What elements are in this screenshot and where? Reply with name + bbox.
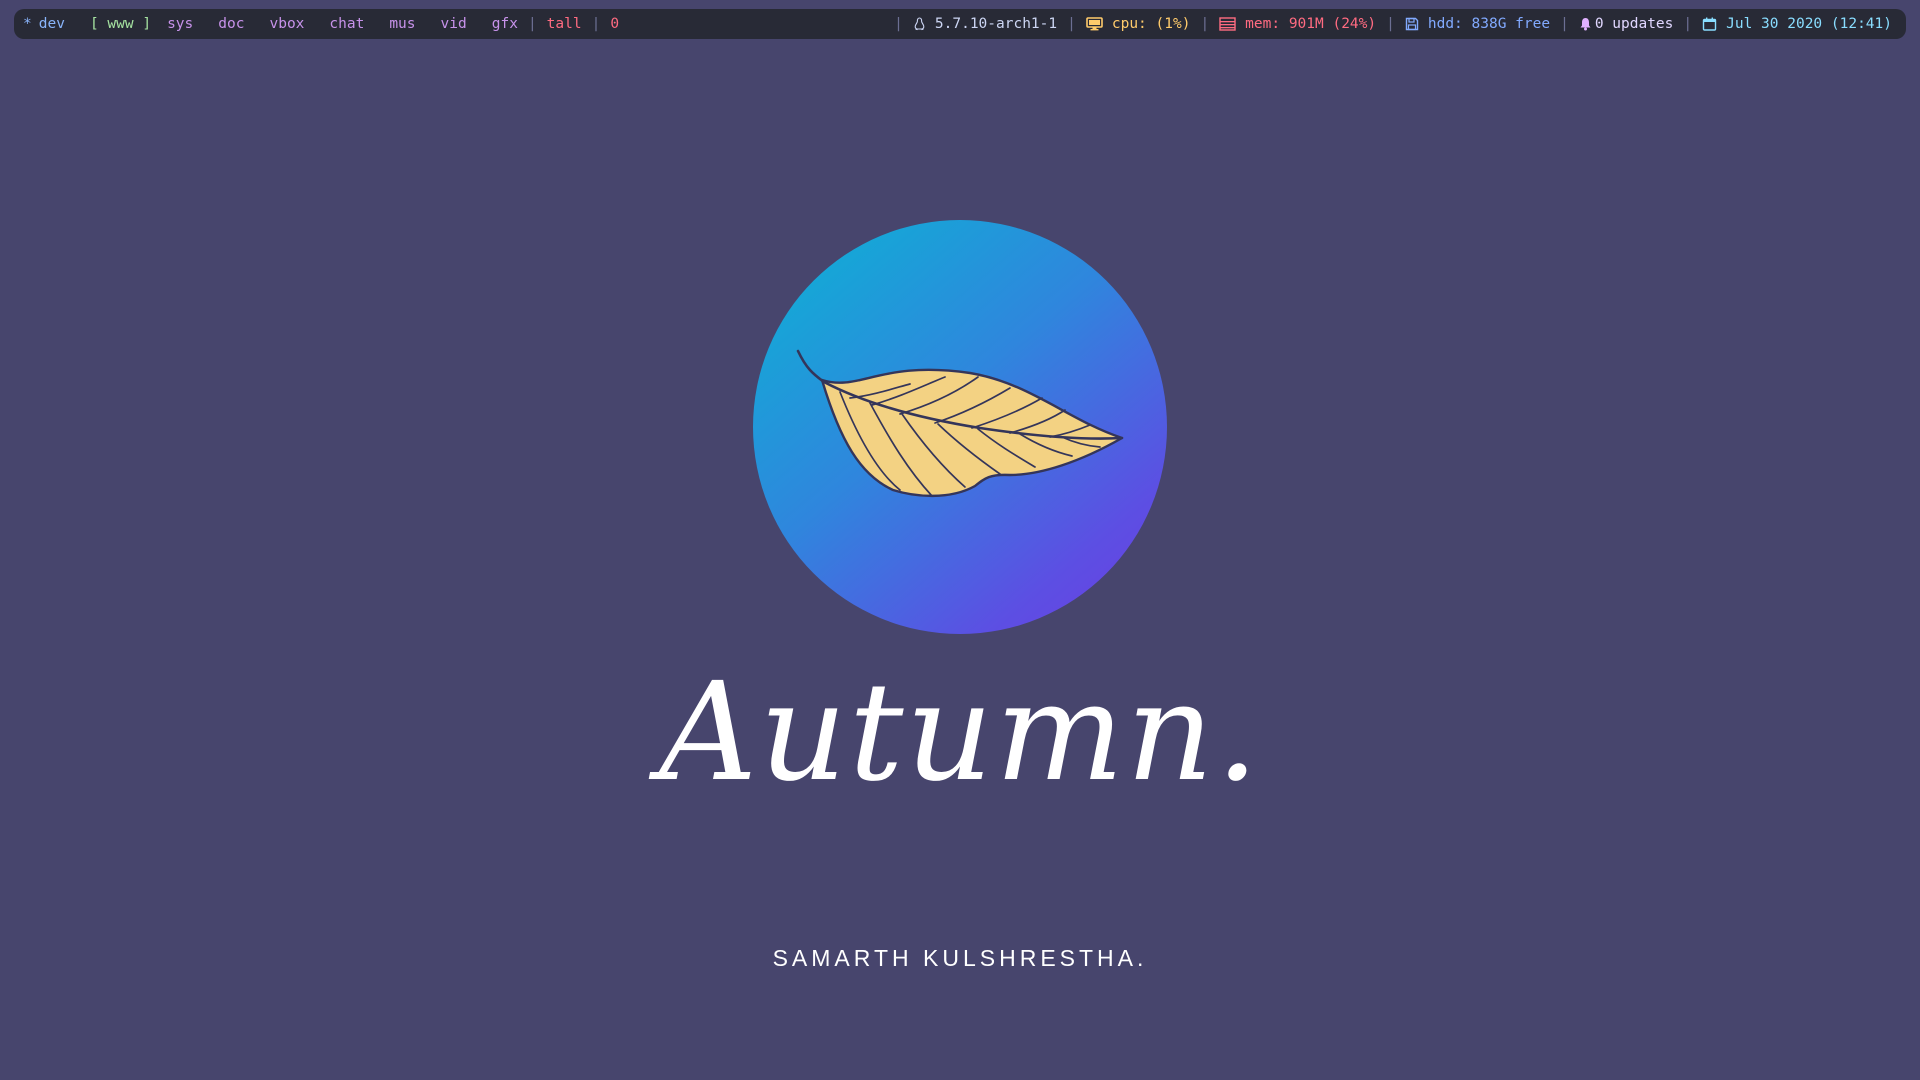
wallpaper-author: SAMARTH KULSHRESTHA. [772, 945, 1148, 971]
wallpaper: Autumn. SAMARTH KULSHRESTHA. [0, 0, 1920, 1080]
wallpaper-title: Autumn. [659, 654, 1261, 812]
leaf-shape [796, 349, 1124, 498]
leaf-icon [796, 349, 1124, 498]
